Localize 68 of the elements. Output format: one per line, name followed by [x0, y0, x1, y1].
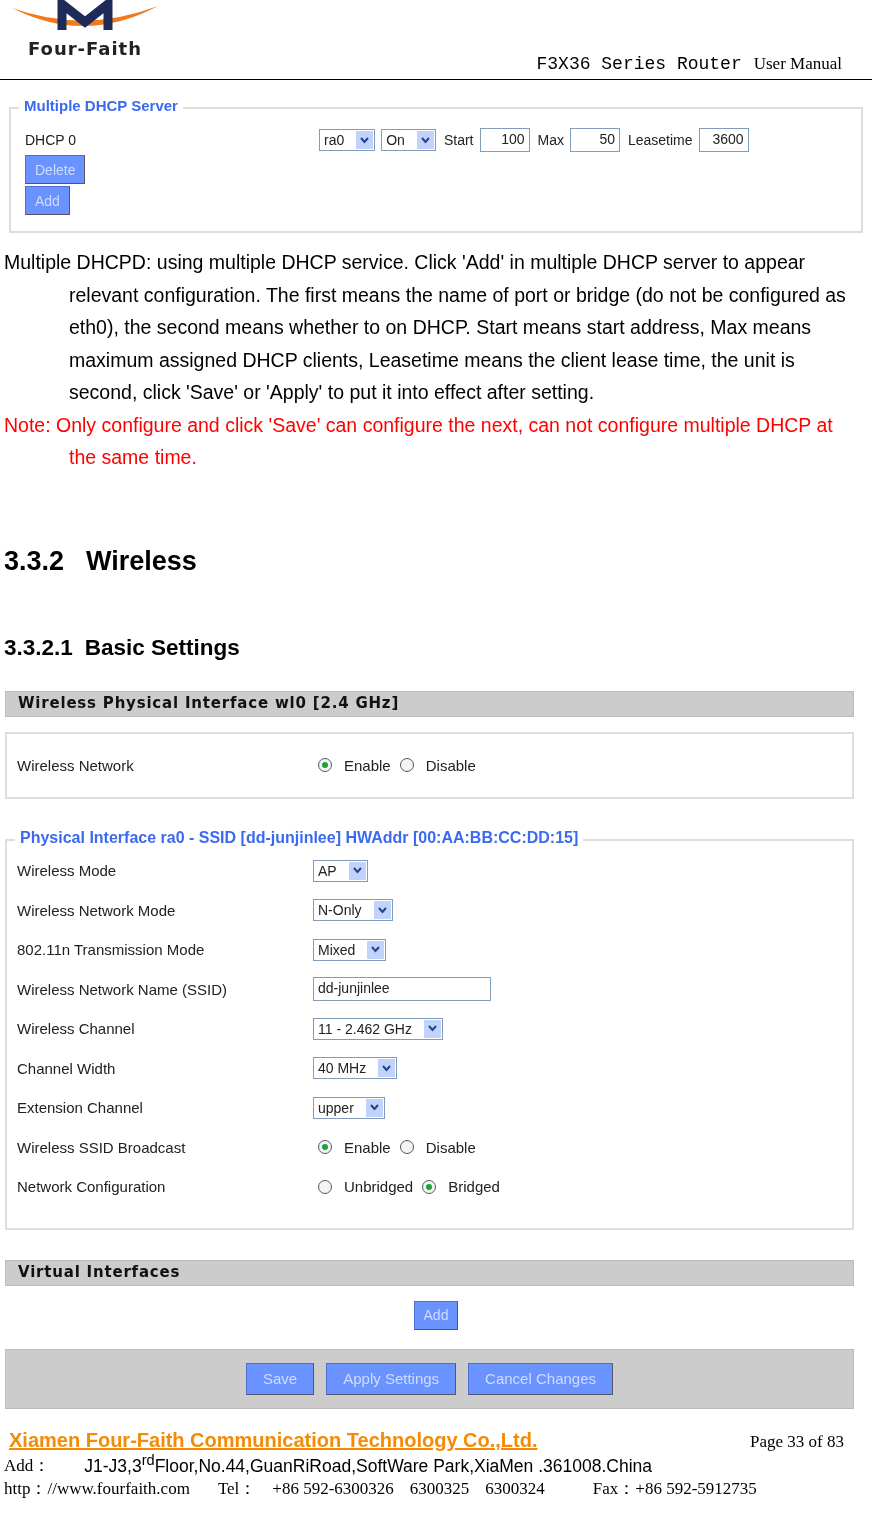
caret-icon	[377, 906, 387, 914]
phone-number: 6300324	[485, 1479, 545, 1500]
paragraph: Multiple DHCPD: using multiple DHCP service. Click 'Add' in multiple DHCP server to appear relevant configuration. The first means the name of port or bridge (do not be configured as eth0), the second means whether to on DHCP. Start means start address, Max means maximum assigned DHCP clients, Leasetime means the client lease time, the unit is second, click 'Save' or 'Apply' to put it into effect after setting.	[4, 250, 847, 405]
radio-button[interactable]	[318, 1140, 332, 1154]
input-field[interactable]: 50	[569, 128, 620, 152]
field-label: Channel Width	[17, 1059, 117, 1077]
radio-button[interactable]	[318, 758, 332, 772]
field-label: Wireless Mode	[17, 862, 118, 879]
address-label: Add：	[4, 1455, 51, 1478]
website-text: http：//www.fourfaith.com	[4, 1478, 190, 1501]
radio-button[interactable]	[399, 758, 414, 772]
field-label: Wireless Channel	[17, 1020, 136, 1037]
section-bar: Wireless Physical Interface wl0 [2.4 GHz]	[5, 690, 854, 717]
field-label: Wireless Network	[17, 756, 135, 774]
dropdown[interactable]: N-Only	[313, 899, 393, 921]
caret-icon	[420, 136, 430, 144]
caret-icon	[427, 1025, 437, 1032]
field-label: Wireless Network Mode	[17, 901, 177, 919]
field-label: 802.11n Transmission Mode	[17, 941, 206, 958]
field-label: Start	[443, 132, 474, 148]
section-number: 3.3.2.1	[4, 634, 73, 660]
radio-button[interactable]	[422, 1179, 437, 1194]
dropdown[interactable]: ra0	[319, 129, 376, 151]
panel-legend: Physical Interface ra0 - SSID [dd-junjinlee] HWAddr [00:AA:BB:CC:DD:15]	[15, 828, 584, 847]
section-number: 3.3.2	[4, 545, 65, 576]
phone-number: 6300325	[409, 1479, 470, 1500]
page-number: Page 33 of 83	[750, 1431, 844, 1452]
field-label: DHCP 0	[25, 132, 78, 148]
radio-label: Unbridged	[344, 1178, 414, 1195]
field-label: Network Configuration	[17, 1178, 167, 1195]
radio-button[interactable]	[318, 1179, 332, 1194]
dropdown[interactable]: 40 MHz	[313, 1057, 398, 1079]
dropdown[interactable]: On	[381, 129, 436, 151]
radio-label: Disable	[425, 1138, 476, 1156]
manual-label: User Manual	[753, 54, 842, 73]
dropdown[interactable]: upper	[313, 1096, 385, 1119]
phone-label: Tel：	[217, 1478, 257, 1501]
dropdown[interactable]: 11 - 2.462 GHz	[313, 1017, 443, 1040]
input-field[interactable]: 3600	[698, 128, 749, 152]
section-title: Wireless	[86, 545, 197, 576]
radio-label: Bridged	[448, 1178, 500, 1195]
field-label: Extension Channel	[17, 1099, 144, 1116]
section-bar: Virtual Interfaces	[5, 1259, 854, 1286]
address-text: J1-J3,3$^{rd}$Floor,No.44,GuanRiRoad,SoftWare Park,XiaMen .361008.China	[84, 1451, 653, 1477]
caret-icon	[360, 136, 370, 144]
field-label: Wireless Network Name (SSID)	[17, 980, 229, 998]
caret-icon	[382, 1064, 392, 1072]
caret-icon	[369, 1104, 379, 1111]
radio-label: Enable	[344, 756, 391, 774]
dropdown[interactable]: AP	[313, 859, 368, 882]
panel-legend: Multiple DHCP Server	[19, 97, 183, 114]
product-name: F3X36 Series Router	[536, 54, 742, 74]
field-label: Wireless SSID Broadcast	[17, 1138, 187, 1156]
logo-text: Four-Faith	[27, 38, 143, 59]
field-label: Max	[537, 132, 564, 148]
radio-button[interactable]	[399, 1140, 414, 1154]
fax-text: Fax：+86 592-5912735	[592, 1478, 757, 1501]
radio-label: Disable	[425, 756, 476, 774]
input-field[interactable]: dd-junjinlee	[313, 977, 491, 1001]
input-field[interactable]: 100	[479, 128, 530, 152]
radio-label: Enable	[344, 1138, 391, 1156]
phone-number: +86 592-6300326	[272, 1479, 394, 1500]
caret-icon	[371, 946, 381, 953]
caret-icon	[352, 867, 362, 874]
dropdown[interactable]: Mixed	[313, 938, 387, 961]
section-title: Basic Settings	[84, 634, 240, 660]
field-label: Leasetime	[627, 132, 693, 148]
note-text: Note: Only configure and click 'Save' can configure the next, can not configure multiple DHCP at the same time.	[4, 412, 834, 470]
